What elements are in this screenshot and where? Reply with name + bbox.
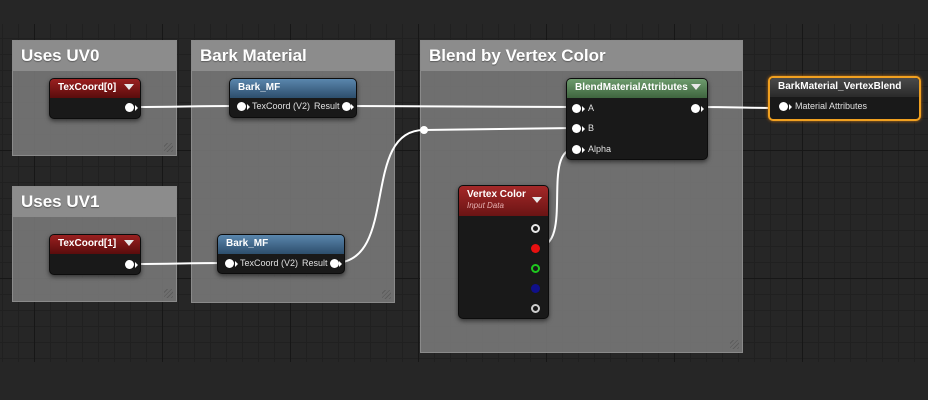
- input-pin-alpha[interactable]: [572, 145, 581, 154]
- input-pin[interactable]: [225, 259, 234, 268]
- chevron-down-icon[interactable]: [532, 197, 542, 203]
- pin-arrow-icon: [247, 104, 250, 110]
- output-pin[interactable]: [125, 103, 134, 112]
- node-title: TexCoord[1]: [58, 238, 117, 249]
- pin-arrow-icon: [235, 261, 238, 267]
- material-result-node[interactable]: BarkMaterial_VertexBlend Material Attrib…: [768, 76, 921, 121]
- node-title: Bark_MF: [226, 238, 269, 249]
- output-pin-alpha[interactable]: [531, 304, 540, 313]
- input-pin-label: Material Attributes: [795, 101, 868, 111]
- input-pin-label-a: A: [588, 103, 595, 113]
- pin-arrow-icon: [135, 105, 138, 111]
- input-pin-label-alpha: Alpha: [588, 144, 612, 154]
- output-pin[interactable]: [342, 102, 351, 111]
- output-pin-label: Result: [302, 258, 328, 268]
- texcoord1-node[interactable]: TexCoord[1]: [49, 234, 141, 275]
- pin-arrow-icon: [135, 262, 138, 268]
- wire-texcoord1-to-bark-mf: [132, 262, 228, 265]
- vertex-color-node[interactable]: Vertex Color Input Data: [458, 185, 549, 319]
- node-title: TexCoord[0]: [58, 82, 117, 93]
- node-title: BarkMaterial_VertexBlend: [778, 81, 902, 92]
- wire-bark-mf-to-blend-a: [344, 105, 576, 108]
- chevron-down-icon[interactable]: [691, 84, 701, 90]
- input-pin-a[interactable]: [572, 104, 581, 113]
- bark-mf-node-top[interactable]: Bark_MF TexCoord (V2) Result: [229, 78, 357, 118]
- node-header[interactable]: BarkMaterial_VertexBlend: [770, 78, 919, 97]
- output-pin[interactable]: [330, 259, 339, 268]
- output-pin-label: Result: [314, 101, 340, 111]
- output-pin-rgba[interactable]: [531, 224, 540, 233]
- chevron-down-icon[interactable]: [124, 84, 134, 90]
- pin-arrow-icon: [701, 106, 704, 112]
- output-pin-blue[interactable]: [531, 284, 540, 293]
- node-header[interactable]: Vertex Color Input Data: [459, 186, 548, 216]
- pin-arrow-icon: [582, 126, 585, 132]
- node-header[interactable]: TexCoord[1]: [50, 235, 140, 254]
- texcoord0-node[interactable]: TexCoord[0]: [49, 78, 141, 119]
- wire-texcoord0-to-bark-mf: [132, 105, 238, 108]
- output-pin-green[interactable]: [531, 264, 540, 273]
- input-pin-label: TexCoord (V2): [240, 258, 299, 268]
- wire-reroute-knot: [420, 126, 428, 134]
- node-title: Bark_MF: [238, 82, 281, 93]
- output-pin-red[interactable]: [531, 244, 540, 253]
- chevron-down-icon[interactable]: [124, 240, 134, 246]
- node-subtitle: Input Data: [467, 201, 504, 210]
- pin-arrow-icon: [789, 104, 792, 110]
- bark-mf-node-bottom[interactable]: Bark_MF TexCoord (V2) Result: [217, 234, 345, 274]
- input-pin[interactable]: [237, 102, 246, 111]
- input-pin-label: TexCoord (V2): [252, 101, 311, 111]
- node-header[interactable]: Bark_MF: [230, 79, 356, 98]
- input-pin-label-b: B: [588, 123, 595, 133]
- node-header[interactable]: Bark_MF: [218, 235, 344, 254]
- pin-arrow-icon: [351, 104, 354, 110]
- pin-arrow-icon: [582, 147, 585, 153]
- output-pin[interactable]: [691, 104, 700, 113]
- output-pin[interactable]: [125, 260, 134, 269]
- node-title: BlendMaterialAttributes: [575, 82, 688, 93]
- node-header[interactable]: BlendMaterialAttributes: [567, 79, 707, 98]
- blend-material-attributes-node[interactable]: BlendMaterialAttributes A B Alpha: [566, 78, 708, 160]
- node-title: Vertex Color: [467, 189, 526, 200]
- node-header[interactable]: TexCoord[0]: [50, 79, 140, 98]
- pin-arrow-icon: [339, 261, 342, 267]
- input-pin-material-attributes[interactable]: [779, 102, 788, 111]
- pin-arrow-icon: [582, 106, 585, 112]
- input-pin-b[interactable]: [572, 124, 581, 133]
